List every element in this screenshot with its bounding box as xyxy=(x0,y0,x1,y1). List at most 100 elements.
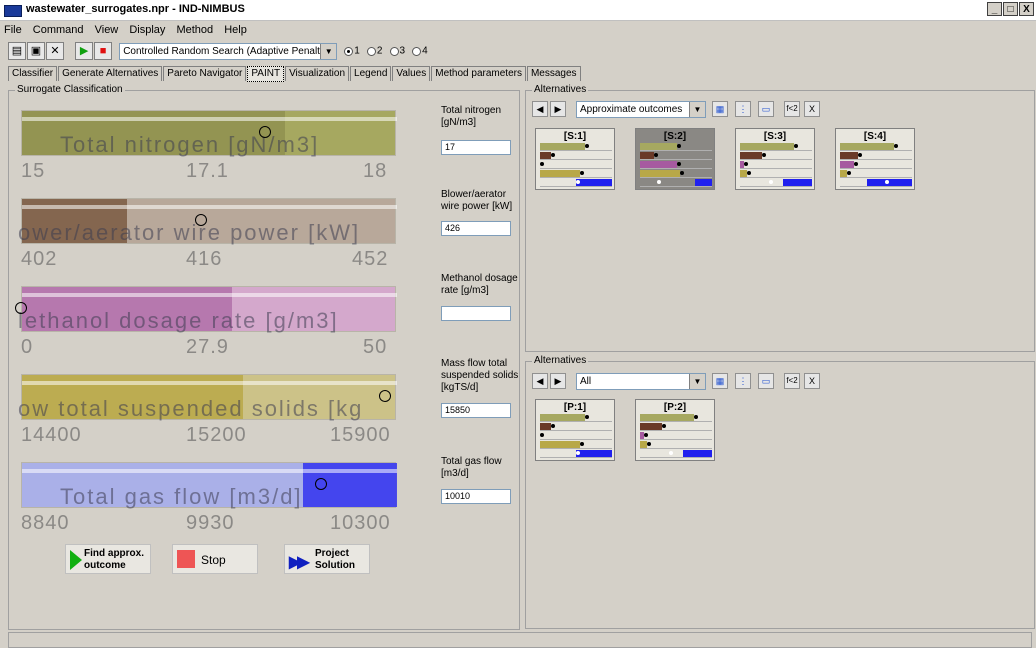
alternative-card-label: [P:2] xyxy=(663,402,687,413)
find-approx-outcome-button[interactable]: Find approx. outcome xyxy=(65,544,151,574)
surrogate-value-input[interactable]: 15850 xyxy=(441,403,511,418)
mini-row xyxy=(640,432,712,440)
surrogate-tick-label: 0 xyxy=(21,336,34,358)
mini-dot xyxy=(540,433,544,437)
next-icon[interactable]: ▶ xyxy=(550,373,566,389)
close-project-icon[interactable]: ✕ xyxy=(46,42,64,60)
menu-display[interactable]: Display xyxy=(125,22,169,38)
grid-view-icon[interactable]: ▦ xyxy=(712,373,728,389)
tab-generate-alternatives[interactable]: Generate Alternatives xyxy=(58,66,163,81)
minimize-button[interactable]: _ xyxy=(987,2,1002,16)
alternative-card-label: [S:4] xyxy=(863,131,887,142)
next-icon[interactable]: ▶ xyxy=(550,101,566,117)
alternatives-top-filter-value: Approximate outcomes xyxy=(580,104,683,115)
find-button-label: Find approx. outcome xyxy=(84,548,144,571)
mini-bar xyxy=(694,179,712,186)
open-icon[interactable]: ▤ xyxy=(8,42,26,60)
surrogate-bar-highlight xyxy=(22,117,397,121)
alternative-card[interactable]: [S:3] xyxy=(735,128,815,190)
alternatives-bottom-filter[interactable]: All ▼ xyxy=(576,373,706,390)
list-view-icon[interactable]: ⋮ xyxy=(735,101,751,117)
function-icon[interactable]: f<2 xyxy=(784,101,800,117)
delete-icon[interactable]: X xyxy=(804,373,820,389)
alternatives-top-filter[interactable]: Approximate outcomes ▼ xyxy=(576,101,706,118)
mini-dot xyxy=(747,171,752,175)
stop-button[interactable]: Stop xyxy=(172,544,258,574)
prev-icon[interactable]: ◀ xyxy=(532,373,548,389)
alternatives-top-title: Alternatives xyxy=(532,84,589,95)
surrogate-marker[interactable] xyxy=(195,214,207,226)
surrogate-value-input[interactable]: 426 xyxy=(441,221,511,236)
mini-row xyxy=(540,423,612,431)
radio-4-label: 4 xyxy=(422,45,428,57)
surrogate-field-label: Blower/aerator wire power [kW] xyxy=(441,189,513,212)
bar-view-icon[interactable]: ▭ xyxy=(758,101,774,117)
mini-bar xyxy=(840,161,855,168)
mini-bar xyxy=(540,423,551,430)
tab-classifier[interactable]: Classifier xyxy=(8,66,58,81)
mini-dot xyxy=(579,442,584,446)
run-icon[interactable]: ▶ xyxy=(75,42,94,60)
mini-bar xyxy=(740,170,748,177)
list-view-icon[interactable]: ⋮ xyxy=(735,373,751,389)
mini-row xyxy=(540,152,612,160)
mini-bar xyxy=(683,450,712,457)
radio-1[interactable] xyxy=(344,46,354,56)
tab-paint[interactable]: PAINT xyxy=(247,66,285,82)
tab-visualization[interactable]: Visualization xyxy=(285,66,350,81)
radio-4[interactable] xyxy=(412,46,422,56)
menu-command[interactable]: Command xyxy=(29,22,88,38)
surrogate-marker[interactable] xyxy=(258,126,271,138)
radio-3[interactable] xyxy=(389,46,399,56)
stop-icon[interactable]: ■ xyxy=(94,42,113,60)
radio-2[interactable] xyxy=(366,46,376,56)
surrogate-tick-label: 15900 xyxy=(330,424,391,446)
chevron-down-icon: ▼ xyxy=(320,43,337,59)
toolbar: ▤ ▣ ✕ ▶ ■ Controlled Random Search (Adaptiv… xyxy=(8,42,428,62)
menu-method[interactable]: Method xyxy=(172,22,217,38)
mini-dot xyxy=(743,162,748,166)
mini-bar xyxy=(576,179,612,186)
menu-file[interactable]: File xyxy=(0,22,26,38)
surrogate-marker[interactable] xyxy=(15,302,27,314)
alternative-card[interactable]: [P:2] xyxy=(635,399,715,461)
surrogate-value-input[interactable] xyxy=(441,306,511,321)
menu-help[interactable]: Help xyxy=(220,22,251,38)
mini-row xyxy=(840,179,912,187)
alternative-card[interactable]: [S:2] xyxy=(635,128,715,190)
menu-view[interactable]: View xyxy=(91,22,123,38)
mini-bar xyxy=(640,423,662,430)
radio-1-label: 1 xyxy=(354,45,360,57)
prev-icon[interactable]: ◀ xyxy=(532,101,548,117)
grid-view-icon[interactable]: ▦ xyxy=(712,101,728,117)
save-icon[interactable]: ▣ xyxy=(27,42,45,60)
method-select[interactable]: Controlled Random Search (Adaptive Penal… xyxy=(119,42,338,60)
alternatives-bottom-filter-value: All xyxy=(580,376,592,387)
alternative-card[interactable]: [S:1] xyxy=(535,128,615,190)
mini-row xyxy=(740,179,812,187)
mini-dot xyxy=(854,162,859,166)
function-icon[interactable]: f<2 xyxy=(784,373,800,389)
surrogate-marker[interactable] xyxy=(378,390,391,402)
tab-legend[interactable]: Legend xyxy=(350,66,392,81)
surrogate-value-input[interactable]: 10010 xyxy=(441,489,511,504)
mini-dot xyxy=(894,144,898,148)
surrogate-marker[interactable] xyxy=(315,478,327,490)
tab-values[interactable]: Values xyxy=(392,66,431,81)
close-button[interactable]: X xyxy=(1019,2,1034,16)
mini-dot xyxy=(768,180,773,184)
bar-view-icon[interactable]: ▭ xyxy=(758,373,774,389)
alternative-card[interactable]: [S:4] xyxy=(835,128,915,190)
surrogate-value-input[interactable]: 17 xyxy=(441,140,511,155)
delete-icon[interactable]: X xyxy=(804,101,820,117)
tab-pareto-navigator[interactable]: Pareto Navigator xyxy=(163,66,247,81)
tab-messages[interactable]: Messages xyxy=(526,66,581,81)
maximize-button[interactable]: □ xyxy=(1003,2,1018,16)
mini-dot xyxy=(694,415,698,419)
alternative-card[interactable]: [P:1] xyxy=(535,399,615,461)
mini-dot xyxy=(794,144,798,148)
tab-method-parameters[interactable]: Method parameters xyxy=(431,66,526,81)
project-solution-button[interactable]: ▶▶ Project Solution xyxy=(284,544,370,574)
surrogate-tick-label: 452 xyxy=(352,248,389,270)
mini-row xyxy=(540,161,612,169)
